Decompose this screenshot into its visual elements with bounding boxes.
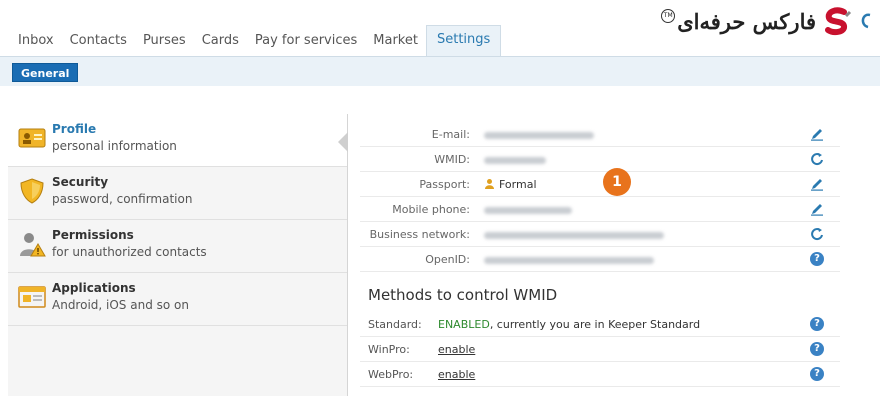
passport-value: Formal [484, 178, 537, 191]
menu-title: Permissions [52, 228, 134, 242]
methods-heading: Methods to control WMID [368, 286, 558, 304]
standard-label: Standard: [368, 318, 422, 331]
trademark-mark: TM [661, 8, 676, 23]
winpro-row: WinPro: enable ? [360, 337, 840, 362]
standard-row: Standard: ENABLED, currently you are in … [360, 312, 840, 337]
webpro-enable-link[interactable]: enable [438, 368, 475, 381]
help-icon[interactable]: ? [810, 342, 824, 356]
menu-item-permissions[interactable]: Permissions for unauthorized contacts [8, 220, 347, 273]
refresh-partial-icon [861, 13, 871, 29]
application-window-icon [18, 286, 46, 308]
person-warning-icon [20, 233, 46, 257]
tab-market[interactable]: Market [365, 27, 426, 56]
email-value-redacted [484, 128, 594, 141]
settings-subbar: General [0, 56, 880, 86]
top-navigation: Inbox Contacts Purses Cards Pay for serv… [0, 0, 880, 56]
openid-value-redacted [484, 253, 654, 266]
wmid-label: WMID: [434, 153, 470, 166]
menu-item-applications[interactable]: Applications Android, iOS and so on [8, 273, 347, 326]
winpro-label: WinPro: [368, 343, 410, 356]
edit-pencil-icon[interactable] [810, 177, 824, 191]
business-network-row: Business network: [360, 222, 840, 247]
passport-label: Passport: [419, 178, 470, 191]
mobile-phone-row: Mobile phone: [360, 197, 840, 222]
business-network-value-redacted [484, 228, 664, 241]
standard-value: ENABLED, currently you are in Keeper Sta… [438, 318, 701, 331]
passport-person-icon [485, 179, 494, 189]
profile-details: E-mail: WMID: Passport: Formal Mobile ph… [360, 122, 840, 387]
menu-item-profile[interactable]: Profile personal information [8, 114, 348, 167]
webpro-label: WebPro: [368, 368, 414, 381]
menu-subtitle: personal information [52, 139, 177, 153]
tab-contacts[interactable]: Contacts [62, 27, 135, 56]
email-row: E-mail: [360, 122, 840, 147]
refresh-icon[interactable] [810, 152, 824, 166]
wmid-value-redacted [484, 153, 546, 166]
help-icon[interactable]: ? [810, 252, 824, 266]
openid-row: OpenID: ? [360, 247, 840, 272]
winpro-enable-link[interactable]: enable [438, 343, 475, 356]
refresh-icon[interactable] [810, 227, 824, 241]
mobile-phone-label: Mobile phone: [392, 203, 470, 216]
menu-subtitle: password, confirmation [52, 192, 193, 206]
settings-menu: Profile personal information Security pa… [8, 114, 348, 396]
menu-title: Profile [52, 122, 97, 136]
enabled-status: ENABLED [438, 318, 490, 331]
edit-pencil-icon[interactable] [810, 202, 824, 216]
help-icon[interactable]: ? [810, 317, 824, 331]
tab-inbox[interactable]: Inbox [10, 27, 62, 56]
logo-s-icon [825, 7, 852, 36]
wmid-row: WMID: [360, 147, 840, 172]
menu-title: Security [52, 175, 109, 189]
menu-subtitle: Android, iOS and so on [52, 298, 189, 312]
passport-row: Passport: Formal [360, 172, 840, 197]
tab-pay-for-services[interactable]: Pay for services [247, 27, 365, 56]
menu-item-security[interactable]: Security password, confirmation [8, 167, 347, 220]
openid-label: OpenID: [425, 253, 470, 266]
menu-title: Applications [52, 281, 136, 295]
tab-settings[interactable]: Settings [425, 25, 502, 56]
annotation-badge: 1 [603, 168, 631, 196]
shield-icon [20, 178, 44, 204]
edit-pencil-icon[interactable] [810, 127, 824, 141]
business-network-label: Business network: [369, 228, 470, 241]
webpro-row: WebPro: enable ? [360, 362, 840, 387]
logo-text: فارکس حرفه‌ایTM [661, 8, 816, 34]
main-tabs: Inbox Contacts Purses Cards Pay for serv… [10, 22, 502, 56]
site-logo[interactable]: فارکس حرفه‌ایTM [661, 6, 872, 36]
help-icon[interactable]: ? [810, 367, 824, 381]
mobile-phone-value-redacted [484, 203, 572, 216]
active-indicator-arrow [338, 132, 348, 152]
tab-cards[interactable]: Cards [194, 27, 247, 56]
tab-purses[interactable]: Purses [135, 27, 194, 56]
email-label: E-mail: [431, 128, 470, 141]
menu-subtitle: for unauthorized contacts [52, 245, 207, 259]
general-button[interactable]: General [12, 63, 79, 82]
profile-card-icon [18, 128, 46, 148]
